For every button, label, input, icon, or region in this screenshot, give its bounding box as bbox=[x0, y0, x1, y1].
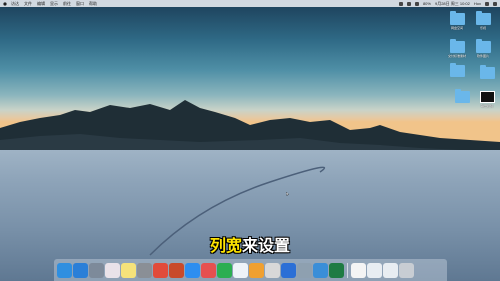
excel-icon[interactable] bbox=[329, 262, 344, 278]
notes-icon[interactable] bbox=[121, 262, 136, 278]
menu-help[interactable]: 帮助 bbox=[89, 1, 97, 7]
menu-bar: 访达 文件 编辑 显示 前往 窗口 帮助 80% 9月28日 周三 10:02 … bbox=[0, 0, 500, 7]
desktop-folder[interactable] bbox=[443, 63, 471, 78]
user-name[interactable]: Hox bbox=[474, 1, 481, 6]
dock-separator bbox=[347, 262, 348, 278]
display-icon[interactable] bbox=[398, 1, 403, 6]
battery-percent[interactable]: 80% bbox=[423, 1, 431, 6]
app-icon[interactable] bbox=[281, 262, 296, 278]
menu-go[interactable]: 前往 bbox=[63, 1, 71, 7]
preferences-icon[interactable] bbox=[137, 262, 152, 278]
desktop-video-file[interactable]: 输出视频 bbox=[473, 91, 500, 108]
app-status-icon[interactable] bbox=[406, 1, 411, 6]
menu-edit[interactable]: 编辑 bbox=[37, 1, 45, 7]
folder-label: 网盘空间 bbox=[450, 26, 463, 30]
chrome-icon[interactable] bbox=[153, 262, 168, 278]
folder-icon bbox=[449, 11, 465, 25]
menu-view[interactable]: 显示 bbox=[50, 1, 58, 7]
notification-center-icon[interactable] bbox=[493, 1, 497, 6]
desktop-folder[interactable]: 乐视 bbox=[469, 11, 497, 30]
folder-icon bbox=[475, 39, 491, 53]
folder-label: 交付标准素材 bbox=[447, 54, 466, 58]
folder-label: 软件图片 bbox=[476, 54, 489, 58]
desktop-folder[interactable] bbox=[448, 89, 476, 104]
appstore-icon[interactable] bbox=[185, 262, 200, 278]
app-icon[interactable] bbox=[201, 262, 216, 278]
photos-icon[interactable] bbox=[105, 262, 120, 278]
document-icon[interactable] bbox=[351, 262, 366, 278]
file-label: 输出视频 bbox=[480, 104, 493, 108]
app-icon[interactable] bbox=[169, 262, 184, 278]
menu-file[interactable]: 文件 bbox=[24, 1, 32, 7]
folder-icon bbox=[449, 63, 465, 77]
desktop-folder[interactable]: 交付标准素材 bbox=[443, 39, 471, 58]
wifi-icon[interactable] bbox=[414, 1, 419, 6]
safari-icon[interactable] bbox=[73, 262, 88, 278]
menu-window[interactable]: 窗口 bbox=[76, 1, 84, 7]
app-icon[interactable] bbox=[297, 262, 312, 278]
folder-icon bbox=[475, 11, 491, 25]
app-icon[interactable] bbox=[313, 262, 328, 278]
window-icon[interactable] bbox=[367, 262, 382, 278]
dock bbox=[54, 259, 447, 281]
apple-icon[interactable] bbox=[3, 1, 7, 6]
subtitle-highlight: 列宽 bbox=[209, 238, 242, 255]
launchpad-icon[interactable] bbox=[89, 262, 104, 278]
status-area: 80% 9月28日 周三 10:02 Hox bbox=[398, 1, 497, 7]
desktop-folder[interactable] bbox=[473, 65, 500, 80]
folder-label: 乐视 bbox=[479, 26, 486, 30]
app-icon[interactable] bbox=[265, 262, 280, 278]
desktop-folder[interactable]: 软件图片 bbox=[469, 39, 497, 58]
menu-finder[interactable]: 访达 bbox=[11, 1, 19, 7]
folder-icon bbox=[454, 89, 470, 103]
clock[interactable]: 9月28日 周三 10:02 bbox=[435, 1, 470, 7]
video-file-icon bbox=[479, 91, 495, 103]
mouse-cursor bbox=[286, 192, 289, 196]
video-subtitle: 列宽来设置 bbox=[0, 232, 500, 256]
search-icon[interactable] bbox=[485, 1, 489, 6]
folder-icon bbox=[479, 65, 495, 79]
desktop-folder[interactable]: 网盘空间 bbox=[443, 11, 471, 30]
subtitle-text: 来设置 bbox=[242, 238, 291, 255]
app-icon[interactable] bbox=[249, 262, 264, 278]
folder-icon bbox=[449, 39, 465, 53]
app-icon[interactable] bbox=[217, 262, 232, 278]
finder-icon[interactable] bbox=[57, 262, 72, 278]
icloud-icon[interactable] bbox=[233, 262, 248, 278]
window-icon[interactable] bbox=[383, 262, 398, 278]
trash-icon[interactable] bbox=[399, 262, 414, 278]
